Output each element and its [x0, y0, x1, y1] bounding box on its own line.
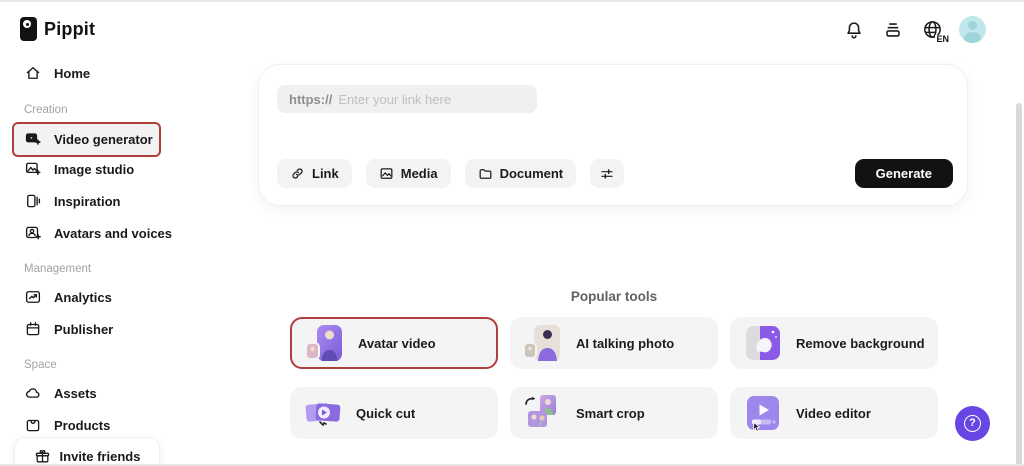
tool-label: Smart crop	[576, 406, 645, 421]
sidebar-item-label: Publisher	[54, 322, 113, 337]
user-avatar[interactable]	[959, 16, 986, 43]
avatar-plus-icon	[24, 224, 42, 242]
button-label: Media	[401, 166, 438, 181]
sidebar-item-publisher[interactable]: Publisher	[24, 315, 113, 343]
sidebar-item-label: Products	[54, 418, 110, 433]
sidebar-section-creation: Creation	[24, 104, 67, 116]
bag-icon	[24, 416, 42, 434]
button-label: Document	[500, 166, 564, 181]
sidebar-item-image-studio[interactable]: Image studio	[24, 155, 134, 183]
sidebar-item-label: Assets	[54, 386, 97, 401]
calendar-icon	[24, 320, 42, 338]
sidebar-item-label: Analytics	[54, 290, 112, 305]
quick-cut-thumbnail	[303, 393, 343, 433]
tool-card-avatar-video[interactable]: Avatar video	[290, 317, 498, 369]
vertical-scrollbar[interactable]	[1016, 103, 1022, 466]
popular-tools-title: Popular tools	[290, 289, 938, 304]
composer-actions: Link Media Document	[277, 159, 624, 188]
link-icon	[290, 166, 305, 181]
media-tab-button[interactable]: Media	[366, 159, 451, 188]
button-label: Link	[312, 166, 339, 181]
invite-friends-label: Invite friends	[60, 449, 141, 464]
invite-friends-button[interactable]: Invite friends	[14, 437, 160, 466]
smart-crop-thumbnail	[523, 393, 563, 433]
sidebar-item-label: Inspiration	[54, 194, 120, 209]
ai-talking-photo-thumbnail	[523, 323, 563, 363]
tool-card-quick-cut[interactable]: Quick cut	[290, 387, 498, 439]
tool-label: Video editor	[796, 406, 871, 421]
analytics-icon	[24, 288, 42, 306]
help-icon: ?	[964, 415, 981, 432]
link-input[interactable]	[338, 92, 525, 107]
remove-background-thumbnail	[743, 323, 783, 363]
home-icon	[24, 64, 42, 82]
inbox-icon[interactable]	[881, 18, 905, 42]
generate-button[interactable]: Generate	[855, 159, 953, 188]
sidebar-section-management: Management	[24, 263, 91, 275]
tool-card-ai-talking-photo[interactable]: AI talking photo	[510, 317, 718, 369]
tool-card-video-editor[interactable]: Video editor	[730, 387, 938, 439]
tool-card-remove-background[interactable]: Remove background	[730, 317, 938, 369]
sliders-icon	[599, 166, 615, 182]
media-icon	[379, 166, 394, 181]
globe-language-icon[interactable]: EN	[920, 18, 944, 42]
link-composer-card: https:// Link Media	[258, 64, 968, 206]
sidebar-item-assets[interactable]: Assets	[24, 379, 97, 407]
pippit-app-window: Pippit EN	[0, 0, 1024, 466]
sidebar-item-label: Image studio	[54, 162, 134, 177]
sidebar-section-space: Space	[24, 359, 57, 371]
url-input-pill[interactable]: https://	[277, 85, 537, 113]
sidebar-item-inspiration[interactable]: Inspiration	[24, 187, 120, 215]
brand-name: Pippit	[44, 19, 95, 40]
bell-icon[interactable]	[842, 18, 866, 42]
document-icon	[478, 166, 493, 181]
sidebar-item-analytics[interactable]: Analytics	[24, 283, 112, 311]
popular-tools-grid: Avatar video AI talking photo Remove bac…	[290, 317, 938, 439]
gift-icon	[34, 448, 51, 465]
sidebar-item-label: Home	[54, 66, 90, 81]
tool-label: Remove background	[796, 336, 925, 351]
url-prefix: https://	[289, 92, 332, 107]
video-plus-icon	[24, 130, 42, 148]
sidebar-item-avatars-and-voices[interactable]: Avatars and voices	[24, 219, 172, 247]
sidebar-item-label: Avatars and voices	[54, 226, 172, 241]
window-top-edge	[0, 0, 1024, 2]
header-actions: EN	[842, 16, 986, 43]
video-editor-thumbnail	[743, 393, 783, 433]
document-tab-button[interactable]: Document	[465, 159, 577, 188]
avatar-video-thumbnail	[305, 323, 345, 363]
tool-label: Avatar video	[358, 336, 436, 351]
sidebar-item-video-generator[interactable]: Video generator	[24, 125, 153, 153]
sidebar-item-home[interactable]: Home	[24, 59, 90, 87]
settings-sliders-button[interactable]	[590, 159, 624, 188]
sidebar-item-label: Video generator	[54, 132, 153, 147]
tool-label: AI talking photo	[576, 336, 674, 351]
pippit-logo[interactable]: Pippit	[20, 17, 95, 41]
link-tab-button[interactable]: Link	[277, 159, 352, 188]
tool-card-smart-crop[interactable]: Smart crop	[510, 387, 718, 439]
help-button[interactable]: ?	[955, 406, 990, 441]
sidebar-item-products[interactable]: Products	[24, 411, 110, 439]
cloud-icon	[24, 384, 42, 402]
inspiration-icon	[24, 192, 42, 210]
pippit-logo-icon	[20, 17, 37, 41]
image-plus-icon	[24, 160, 42, 178]
language-badge: EN	[935, 35, 949, 44]
tool-label: Quick cut	[356, 406, 415, 421]
